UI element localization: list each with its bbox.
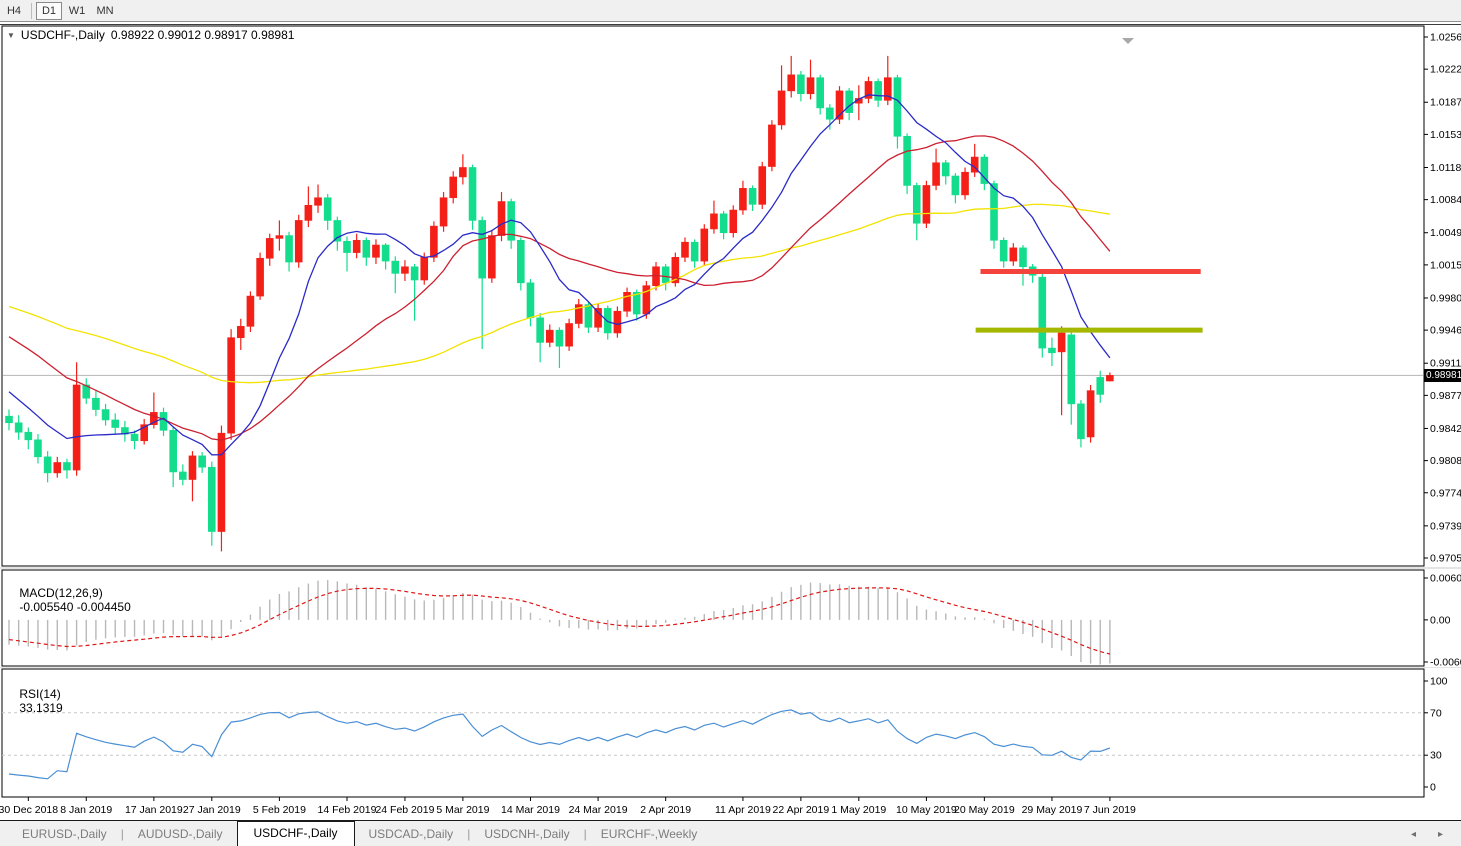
- date-axis-label: 5 Mar 2019: [436, 804, 489, 816]
- candle: [962, 167, 969, 199]
- candle: [295, 215, 302, 268]
- date-axis-label: 1 May 2019: [831, 804, 886, 816]
- candle: [768, 120, 775, 171]
- candle: [1039, 273, 1046, 357]
- candle: [517, 237, 524, 290]
- symbol-tab-eurchf[interactable]: EURCHF-,Weekly: [587, 824, 711, 846]
- date-axis-label: 5 Feb 2019: [253, 804, 306, 816]
- date-axis-label: 20 May 2019: [954, 804, 1015, 816]
- date-axis-label: 29 May 2019: [1022, 804, 1083, 816]
- candle: [701, 224, 708, 266]
- date-axis-label: 24 Feb 2019: [375, 804, 434, 816]
- price-axis-tick: 0.97390: [1430, 520, 1461, 532]
- macd-axis-tick: -0.006096: [1430, 657, 1461, 669]
- tab-scroll-right-icon[interactable]: ▸: [1438, 829, 1443, 840]
- macd-axis-tick: 0.00: [1430, 614, 1451, 626]
- timeframe-button-d1[interactable]: D1: [36, 2, 62, 20]
- candle: [228, 329, 235, 440]
- timeframe-toolbar: H4 D1W1MN: [0, 0, 1461, 22]
- candle: [923, 181, 930, 228]
- candle: [247, 291, 254, 332]
- date-axis-label: 7 Jun 2019: [1084, 804, 1136, 816]
- date-axis-label: 11 Apr 2019: [715, 804, 771, 816]
- date-axis-label: 27 Jan 2019: [183, 804, 241, 816]
- price-axis-tick: 1.02220: [1430, 64, 1461, 76]
- candle: [991, 181, 998, 249]
- price-axis-tick: 1.01870: [1430, 97, 1461, 109]
- price-axis-tick: 1.00150: [1430, 259, 1461, 271]
- symbol-tabs: EURUSD-,Daily|AUDUSD-,DailyUSDCHF-,Daily…: [8, 822, 711, 846]
- price-axis-tick: 1.02560: [1430, 32, 1461, 44]
- symbol-tab-eurusd[interactable]: EURUSD-,Daily: [8, 824, 121, 846]
- candle: [1087, 385, 1094, 443]
- candle: [257, 253, 264, 300]
- rsi-value: 33.1319: [19, 701, 62, 715]
- date-axis-label: 24 Mar 2019: [569, 804, 628, 816]
- price-axis-tick: 1.01530: [1430, 129, 1461, 141]
- price-axis-tick: 1.01180: [1430, 162, 1461, 174]
- candle: [730, 205, 737, 237]
- candle: [614, 306, 621, 337]
- chart-dropdown-icon[interactable]: ▼: [7, 31, 15, 40]
- macd-label: MACD(12,26,9) -0.005540 -0.004450: [6, 572, 131, 628]
- date-axis-label: 17 Jan 2019: [125, 804, 183, 816]
- panel-splitter[interactable]: [0, 567, 1461, 569]
- toolbar-separator: [31, 3, 32, 19]
- rsi-axis-tick: 70: [1430, 707, 1442, 719]
- symbol-tabbar: EURUSD-,Daily|AUDUSD-,DailyUSDCHF-,Daily…: [0, 820, 1461, 846]
- price-axis-tick: 0.99110: [1430, 358, 1461, 370]
- symbol-tab-usdcnh[interactable]: USDCNH-,Daily: [470, 824, 583, 846]
- candle: [566, 319, 573, 351]
- price-axis-tick: 0.98080: [1430, 455, 1461, 467]
- price-axis-tick: 0.97050: [1430, 553, 1461, 565]
- rsi-name: RSI(14): [19, 687, 60, 701]
- timeframe-button-mn[interactable]: MN: [92, 2, 118, 20]
- price-axis-tick: 1.00840: [1430, 194, 1461, 206]
- date-axis-label: 8 Jan 2019: [60, 804, 112, 816]
- price-axis-tick: 0.98420: [1430, 423, 1461, 435]
- tab-scroll-controls: ◂ ▸: [1411, 829, 1443, 840]
- price-axis-tick: 1.00490: [1430, 227, 1461, 239]
- panel-splitter[interactable]: [0, 667, 1461, 668]
- current-price-tag: 0.98981: [1424, 369, 1461, 382]
- rsi-axis-tick: 30: [1430, 750, 1442, 762]
- date-axis-label: 30 Dec 2018: [0, 804, 58, 816]
- macd-axis-tick: 0.006058: [1430, 573, 1461, 585]
- tab-scroll-left-icon[interactable]: ◂: [1411, 829, 1416, 840]
- date-axis-label: 22 Apr 2019: [773, 804, 830, 816]
- chart-symbol-label: USDCHF-,Daily: [21, 28, 105, 42]
- date-axis-label: 14 Mar 2019: [501, 804, 560, 816]
- candle: [672, 253, 679, 287]
- price-axis-tick: 0.99800: [1430, 292, 1461, 304]
- date-axis-label: 2 Apr 2019: [640, 804, 691, 816]
- terminal-window: H4D1W1MN 1.025601.022201.018701.015301.0…: [0, 0, 1461, 846]
- symbol-tab-audusd[interactable]: AUDUSD-,Daily: [124, 824, 237, 846]
- symbol-tab-usdchf[interactable]: USDCHF-,Daily: [237, 821, 355, 846]
- timeframe-button-w1[interactable]: W1: [64, 2, 90, 20]
- price-chart-canvas[interactable]: 1.02560 1.02220 1.01870 1.01530 1.01180 1.008…: [0, 23, 1461, 846]
- rsi-axis-tick: 100: [1430, 676, 1448, 688]
- candle: [440, 192, 447, 232]
- rsi-label: RSI(14) 33.1319: [6, 673, 63, 729]
- macd-name: MACD(12,26,9): [19, 586, 102, 600]
- date-axis-label: 14 Feb 2019: [318, 804, 377, 816]
- rsi-axis-tick: 0: [1430, 782, 1436, 794]
- chart-ohlc-values: 0.98922 0.99012 0.98917 0.98981: [111, 28, 295, 42]
- macd-values: -0.005540 -0.004450: [19, 600, 130, 614]
- price-axis-tick: 0.99460: [1430, 325, 1461, 337]
- candle: [759, 162, 766, 209]
- timeframe-button-h4[interactable]: H4: [1, 2, 27, 20]
- chart-title: ▼ USDCHF-,Daily 0.98922 0.99012 0.98917 …: [7, 28, 294, 42]
- price-axis-tick: 0.98770: [1430, 390, 1461, 402]
- symbol-tab-usdcad[interactable]: USDCAD-,Daily: [355, 824, 468, 846]
- date-axis-label: 10 May 2019: [896, 804, 957, 816]
- candle: [904, 133, 911, 194]
- candle: [469, 165, 476, 230]
- price-axis-tick: 0.97740: [1430, 487, 1461, 499]
